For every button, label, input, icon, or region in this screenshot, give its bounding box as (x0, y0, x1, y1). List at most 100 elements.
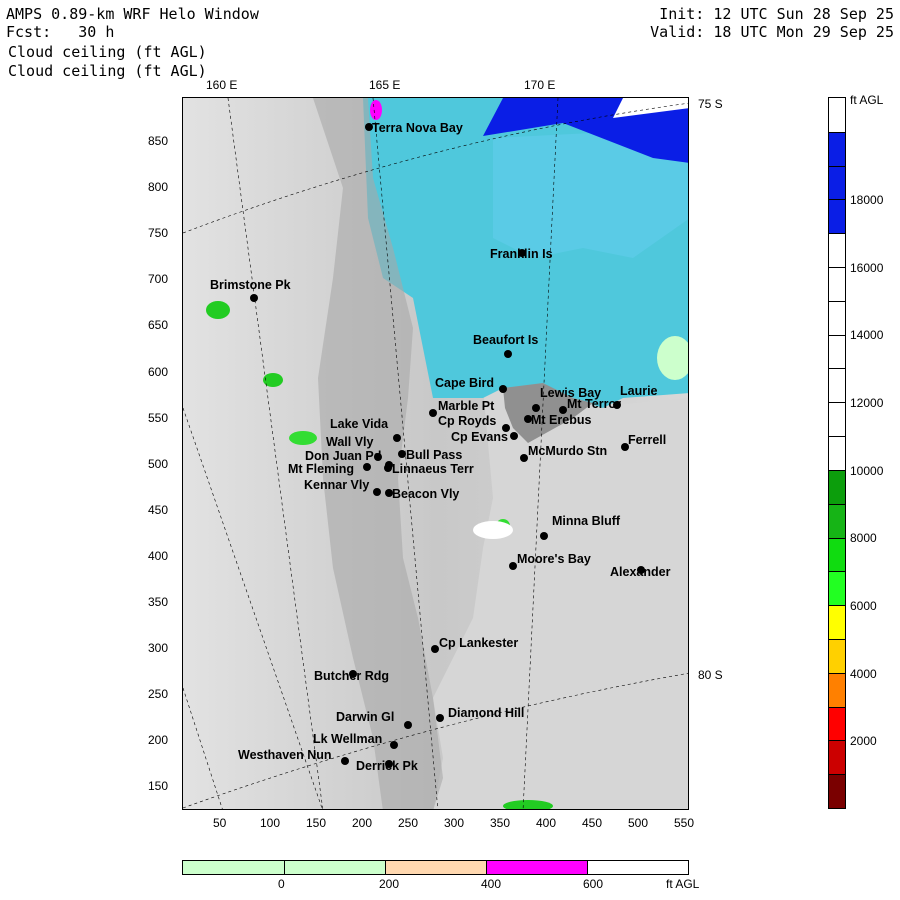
colorbar-label: 10000 (850, 464, 884, 478)
place-dot[interactable] (373, 488, 381, 496)
place-label: Linnaeus Terr (392, 462, 474, 476)
place-label: Franklin Is (490, 247, 553, 261)
colorbar-segment (829, 469, 845, 504)
colorbar-segment (829, 368, 845, 403)
place-dot[interactable] (499, 385, 507, 393)
place-label: Cape Bird (435, 376, 495, 390)
green-patch-1 (206, 301, 230, 319)
colorbar-segment (829, 233, 845, 268)
place-dot[interactable] (363, 463, 371, 471)
field-label-1: Cloud ceiling (ft AGL) (8, 43, 207, 61)
y-tick-label: 800 (148, 180, 169, 194)
place-label: Butcher Rdg (314, 669, 389, 683)
place-label: Cp Royds (438, 414, 497, 428)
colorbar-segment (829, 98, 845, 132)
white-patch-minna (473, 521, 513, 539)
hbar-label: 600 (583, 877, 604, 891)
colorbar-segment (829, 402, 845, 437)
place-label: Marble Pt (438, 399, 495, 413)
hbar-label: 200 (379, 877, 400, 891)
colorbar-segment (829, 267, 845, 301)
hbar-segment (183, 861, 284, 874)
place-label: Minna Bluff (552, 514, 621, 528)
place-dot[interactable] (504, 350, 512, 358)
colorbar-segment (829, 537, 845, 572)
place-dot[interactable] (509, 562, 517, 570)
field-label-2: Cloud ceiling (ft AGL) (8, 62, 207, 80)
place-dot[interactable] (404, 721, 412, 729)
x-tick-label: 50 (213, 816, 227, 830)
lon-label-165: 165 E (369, 78, 401, 92)
lat-label-80: 80 S (698, 668, 723, 682)
place-label: Moore's Bay (517, 552, 591, 566)
y-tick-label: 350 (148, 595, 169, 609)
colorbar-unit: ft AGL (850, 93, 884, 107)
colorbar-label: 16000 (850, 261, 884, 275)
colorbar-label: 12000 (850, 396, 884, 410)
place-dot[interactable] (384, 464, 392, 472)
magenta-patch (370, 100, 382, 120)
valid-time: Valid: 18 UTC Mon 29 Sep 25 (650, 23, 894, 41)
ceiling-colorbar (828, 97, 846, 809)
colorbar-label: 18000 (850, 193, 884, 207)
place-label: Lk Wellman (313, 732, 383, 746)
hbar-segment (385, 861, 486, 874)
lat-label-75: 75 S (698, 97, 723, 111)
colorbar-segment (829, 638, 845, 673)
colorbar-segment (829, 334, 845, 369)
colorbar-segment (829, 706, 845, 741)
x-tick-label: 300 (444, 816, 465, 830)
colorbar-segment (829, 131, 845, 166)
place-label: Brimstone Pk (210, 278, 291, 292)
colorbar-segment (829, 199, 845, 234)
place-label: Darwin Gl (336, 710, 395, 724)
place-label: McMurdo Stn (528, 444, 608, 458)
colorbar-label: 4000 (850, 667, 877, 681)
place-dot[interactable] (520, 454, 528, 462)
place-dot[interactable] (540, 532, 548, 540)
y-tick-label: 850 (148, 134, 169, 148)
x-tick-label: 200 (352, 816, 373, 830)
x-tick-label: 100 (260, 816, 281, 830)
x-tick-label: 150 (306, 816, 327, 830)
place-dot[interactable] (250, 294, 258, 302)
y-tick-label: 600 (148, 365, 169, 379)
place-label: Derrick Pk (356, 759, 418, 773)
place-label: Beacon Vly (392, 487, 460, 501)
place-label: Diamond Hill (448, 706, 525, 720)
place-label: Mt Terror (567, 397, 621, 411)
forecast-hour: Fcst: 30 h (6, 23, 115, 41)
colorbar-segment (829, 503, 845, 538)
place-dot[interactable] (436, 714, 444, 722)
green-patch-3 (289, 431, 317, 445)
place-label: Bull Pass (406, 448, 463, 462)
colorbar-segment (829, 672, 845, 707)
y-tick-label: 700 (148, 272, 169, 286)
y-tick-label: 650 (148, 318, 169, 332)
place-dot[interactable] (393, 434, 401, 442)
place-label: Wall Vly (326, 435, 374, 449)
map-title: AMPS 0.89-km WRF Helo Window (6, 5, 259, 23)
y-tick-label: 750 (148, 226, 169, 240)
x-tick-label: 500 (628, 816, 649, 830)
place-dot[interactable] (429, 409, 437, 417)
lon-label-160: 160 E (206, 78, 238, 92)
hbar-label: 0 (278, 877, 285, 891)
place-label: Mt Erebus (531, 413, 592, 427)
y-tick-label: 200 (148, 733, 169, 747)
place-dot[interactable] (431, 645, 439, 653)
x-tick-label: 550 (674, 816, 695, 830)
low-ceiling-colorbar (182, 860, 689, 875)
y-tick-label: 500 (148, 457, 169, 471)
hbar-segment (587, 861, 688, 874)
place-label: Terra Nova Bay (372, 121, 463, 135)
init-time: Init: 12 UTC Sun 28 Sep 25 (659, 5, 894, 23)
place-dot[interactable] (390, 741, 398, 749)
place-dot[interactable] (398, 450, 406, 458)
colorbar-label: 6000 (850, 599, 877, 613)
place-label: Lake Vida (330, 417, 389, 431)
place-dot[interactable] (341, 757, 349, 765)
place-dot[interactable] (532, 404, 540, 412)
place-dot[interactable] (510, 432, 518, 440)
place-label: Don Juan Pd (305, 449, 382, 463)
